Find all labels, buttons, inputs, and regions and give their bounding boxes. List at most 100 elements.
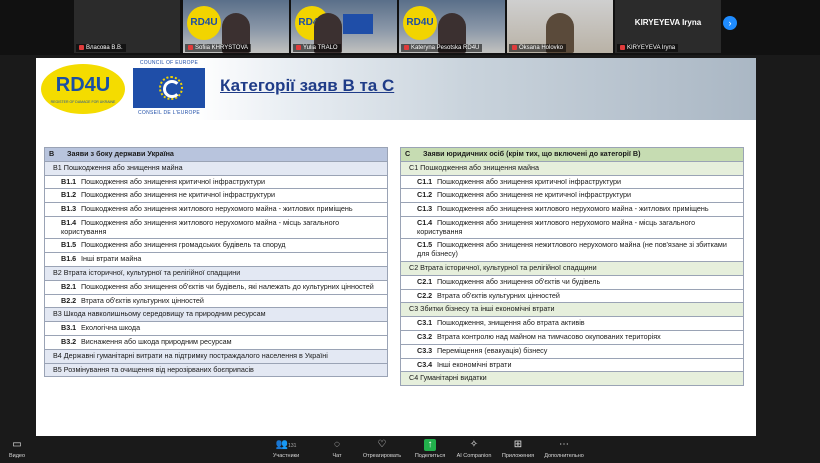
rd4u-logo: RD4U REGISTER OF DAMAGE FOR UKRAINE (41, 64, 125, 114)
slide-title: Категорії заяв В та С (220, 76, 395, 95)
table-row: B3.2 Виснаження або шкода природним ресу… (44, 334, 388, 350)
table-header-row: B Заяви з боку держави Україна (44, 147, 388, 162)
table-row: B1.1 Пошкодження або знищення критичної … (44, 174, 388, 190)
table-section-row: C3 Збитки бізнесу та інші економічні втр… (400, 302, 744, 318)
react-button[interactable]: ♡ Отреагировать (360, 439, 404, 459)
table-row: C1.2 Пошкодження або знищення не критичн… (400, 188, 744, 204)
table-cell: C3.1 Пошкодження, знищення або втрата ак… (400, 316, 744, 331)
chat-button[interactable]: ◌ Чат (326, 439, 348, 459)
mic-muted-icon (79, 44, 84, 50)
table-row: B3.1 Екологічна шкода (44, 321, 388, 336)
participants-icon: 👥131 (275, 439, 297, 450)
more-button[interactable]: ⋯ Дополнительно (540, 439, 588, 459)
row-text: C4 Гуманітарні видатки (409, 373, 487, 383)
row-code: B3.2 (61, 336, 77, 346)
participant-tile[interactable]: RD4U Kateryna Pesotska RD4U (399, 0, 505, 53)
next-page-button[interactable]: › (723, 16, 737, 30)
table-header-cell: C Заяви юридичних осіб (крім тих, що вклю… (400, 147, 744, 162)
mic-muted-icon (620, 44, 625, 50)
row-code: C1.3 (417, 204, 433, 214)
participant-big-name: KIRYEYEVA Iryna (634, 18, 702, 27)
row-text: Втрата об'єктів культурних цінностей (81, 295, 204, 305)
table-section-row: B3 Шкода навколишньому середовищу та при… (44, 307, 388, 323)
row-text: Пошкодження, знищення або втрата активів (437, 318, 585, 328)
participant-tile[interactable]: RD4U Yulia TRALO (291, 0, 397, 53)
participant-strip: Власова В.В. RD4U Sofiia KHRYSTOVA RD4U … (0, 0, 820, 55)
participant-name: Sofiia KHRYSTOVA (185, 43, 252, 52)
table-section-row: C2 Втрата історичної, культурної та релі… (400, 261, 744, 276)
rd4u-logo-icon: RD4U (187, 6, 221, 40)
participant-tile[interactable]: Oksana Holovko (507, 0, 613, 53)
table-row: B1.4 Пошкодження або знищення житлового … (44, 215, 388, 240)
table-header-row: C Заяви юридичних осіб (крім тих, що вклю… (400, 147, 744, 162)
row-text: Пошкодження або знищення об'єктів чи буд… (81, 281, 374, 291)
row-code: B1.1 (61, 176, 77, 186)
mic-muted-icon (296, 44, 301, 50)
participant-name: Kateryna Pesotska RD4U (401, 43, 483, 52)
table-cell: B1.2 Пошкодження або знищення не критичн… (44, 188, 388, 204)
table-section-row: C4 Гуманітарні видатки (400, 371, 744, 387)
participant-tile[interactable]: RD4U Sofiia KHRYSTOVA (183, 0, 289, 53)
row-text: C3 Збитки бізнесу та інші економічні втр… (409, 304, 555, 314)
participant-name: Oksana Holovko (509, 43, 567, 52)
table-row: C2.1 Пошкодження або знищення об'єктів ч… (400, 274, 744, 290)
row-text: Пошкодження або знищення критичної інфра… (81, 176, 266, 186)
table-row: B1.6 Інші втрати майна (44, 252, 388, 268)
table-cell: B2 Втрата історичної, культурної та релі… (44, 266, 388, 281)
table-cell: B1.6 Інші втрати майна (44, 252, 388, 268)
table-section-row: B5 Розмінування та очищення від нерозірв… (44, 362, 388, 378)
row-text: C1 Пошкодження або знищення майна (409, 162, 539, 172)
table-cell: B1.3 Пошкодження або знищення житлового … (44, 202, 388, 217)
coe-bottom-text: CONSEIL DE L'EUROPE (137, 110, 201, 116)
participant-name: Власова В.В. (76, 43, 126, 52)
row-text: B5 Розмінування та очищення від нерозірв… (53, 364, 254, 374)
participant-tile[interactable]: Власова В.В. (74, 0, 180, 53)
table-row: C1.4 Пошкодження або знищення житлового … (400, 215, 744, 240)
ai-companion-button[interactable]: ✧ AI Companion (454, 439, 494, 459)
table-cell: B1.1 Пошкодження або знищення критичної … (44, 174, 388, 190)
table-cell: C1.4 Пошкодження або знищення житлового … (400, 215, 744, 240)
row-code: C1.2 (417, 190, 433, 200)
table-cell: B1.5 Пошкодження або знищення громадськи… (44, 238, 388, 254)
category-title: Заяви з боку держави Україна (67, 149, 174, 158)
participant-tile[interactable]: KIRYEYEVA Iryna KIRYEYEVA Iryna (615, 0, 721, 53)
row-code: C3.2 (417, 331, 433, 341)
meeting-toolbar: ▭ Видео 👥131 Участники ◌ Чат ♡ Отреагиро… (0, 437, 820, 463)
row-text: B4 Державні гуманітарні витрати на підтр… (53, 350, 328, 360)
row-text: Пошкодження або знищення нежитлового нер… (417, 240, 727, 259)
video-button[interactable]: ▭ Видео (4, 439, 30, 459)
more-dots-icon: ⋯ (559, 439, 569, 450)
table-cell: C3 Збитки бізнесу та інші економічні втр… (400, 302, 744, 318)
row-code: B3.1 (61, 323, 77, 333)
apps-button[interactable]: ⊞ Приложения (498, 439, 538, 459)
table-cell: C1.3 Пошкодження або знищення житлового … (400, 202, 744, 217)
row-code: B2.1 (61, 281, 77, 291)
table-cell: B5 Розмінування та очищення від нерозірв… (44, 362, 388, 378)
table-row: C2.2 Втрата об'єктів культурних цінносте… (400, 288, 744, 304)
participants-button[interactable]: 👥131 Участники (268, 439, 304, 459)
category-code: B (49, 149, 55, 158)
share-button[interactable]: ↑ Поделиться (410, 439, 450, 459)
row-text: Інші втрати майна (81, 254, 142, 264)
table-row: B1.5 Пошкодження або знищення громадськи… (44, 238, 388, 254)
row-text: B1 Пошкодження або знищення майна (53, 162, 183, 172)
participant-name: KIRYEYEVA Iryna (617, 43, 679, 52)
row-text: Пошкодження або знищення житлового нерух… (417, 217, 696, 236)
coe-top-text: COUNCIL OF EUROPE (139, 60, 199, 66)
row-text: Пошкодження або знищення житлового нерух… (81, 204, 353, 214)
table-cell: B1.4 Пошкодження або знищення житлового … (44, 215, 388, 240)
table-row: B1.3 Пошкодження або знищення житлового … (44, 202, 388, 217)
table-category-c: C Заяви юридичних осіб (крім тих, що вклю… (400, 147, 744, 387)
table-cell: C4 Гуманітарні видатки (400, 371, 744, 387)
row-code: C3.1 (417, 318, 433, 328)
table-cell: B4 Державні гуманітарні витрати на підтр… (44, 348, 388, 364)
table-cell: C1 Пошкодження або знищення майна (400, 160, 744, 176)
table-cell: C3.3 Переміщення (евакуація) бізнесу (400, 343, 744, 359)
table-row: C3.3 Переміщення (евакуація) бізнесу (400, 343, 744, 359)
table-cell: C3.2 Втрата контролю над майном на тимча… (400, 329, 744, 345)
table-row: C3.4 Інші економічні втрати (400, 357, 744, 373)
table-cell: C3.4 Інші економічні втрати (400, 357, 744, 373)
row-text: C2 Втрата історичної, культурної та релі… (409, 263, 597, 273)
rd4u-logo-text: RD4U (55, 74, 111, 96)
row-text: Втрата контролю над майном на тимчасово … (437, 331, 661, 341)
